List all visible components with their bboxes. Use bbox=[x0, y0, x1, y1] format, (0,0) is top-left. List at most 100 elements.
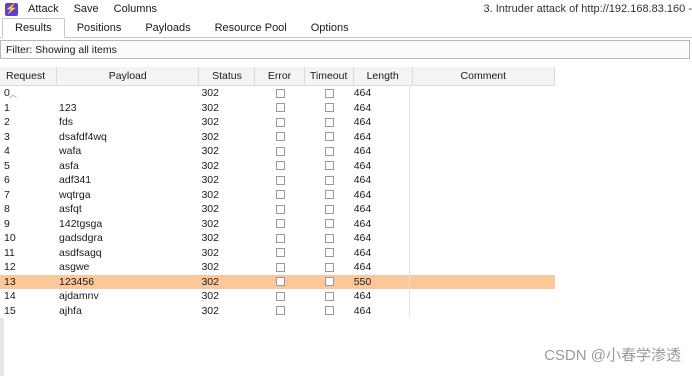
timeout-checkbox[interactable] bbox=[324, 262, 334, 272]
error-checkbox[interactable] bbox=[275, 117, 285, 127]
menu-attack[interactable]: Attack bbox=[28, 3, 59, 15]
error-checkbox[interactable] bbox=[275, 262, 285, 272]
cell-request: 12 bbox=[4, 261, 16, 273]
menu-columns[interactable]: Columns bbox=[114, 3, 157, 15]
error-checkbox[interactable] bbox=[275, 88, 285, 98]
cell-error bbox=[255, 130, 304, 145]
timeout-checkbox[interactable] bbox=[324, 103, 334, 113]
error-checkbox[interactable] bbox=[275, 219, 285, 229]
menu-save[interactable]: Save bbox=[74, 3, 99, 15]
cell-error bbox=[255, 304, 304, 319]
table-row[interactable]: 15 ajhfa 302 464 bbox=[0, 304, 555, 319]
timeout-checkbox[interactable] bbox=[324, 233, 334, 243]
table-row[interactable]: 7 wqtrga 302 464 bbox=[0, 188, 555, 203]
timeout-checkbox[interactable] bbox=[324, 175, 334, 185]
error-checkbox[interactable] bbox=[275, 161, 285, 171]
filter-bar[interactable]: Filter: Showing all items bbox=[0, 40, 690, 59]
tab-results[interactable]: Results bbox=[2, 18, 65, 38]
error-checkbox[interactable] bbox=[275, 248, 285, 258]
timeout-checkbox[interactable] bbox=[324, 146, 334, 156]
timeout-checkbox[interactable] bbox=[324, 161, 334, 171]
table-row[interactable]: 13 123456 302 550 bbox=[0, 274, 555, 289]
timeout-checkbox[interactable] bbox=[324, 204, 334, 214]
cell-comment bbox=[413, 289, 555, 304]
error-checkbox[interactable] bbox=[275, 103, 285, 113]
column-header-request[interactable]: Request︿ bbox=[0, 67, 58, 99]
timeout-checkbox[interactable] bbox=[324, 132, 334, 142]
cell-error bbox=[255, 289, 304, 304]
table-row[interactable]: 1 123 302 464 bbox=[0, 101, 555, 116]
error-checkbox[interactable] bbox=[275, 132, 285, 142]
cell-status: 302 bbox=[201, 232, 219, 244]
table-row[interactable]: 5 asfa 302 464 bbox=[0, 159, 555, 174]
cell-payload: 123 bbox=[59, 101, 77, 114]
timeout-checkbox[interactable] bbox=[324, 248, 334, 258]
cell-comment bbox=[413, 159, 555, 174]
cell-error bbox=[255, 217, 304, 232]
table-row[interactable]: 12 asgwe 302 464 bbox=[0, 260, 555, 275]
cell-comment bbox=[413, 144, 555, 159]
cell-comment bbox=[413, 101, 555, 116]
cell-comment bbox=[413, 130, 555, 145]
column-header-length[interactable]: Length bbox=[354, 67, 413, 85]
tab-positions[interactable]: Positions bbox=[65, 19, 134, 37]
cell-request: 0 bbox=[4, 87, 10, 99]
error-checkbox[interactable] bbox=[275, 306, 285, 316]
burp-lightning-icon[interactable]: ⚡ bbox=[5, 2, 18, 16]
column-header-comment[interactable]: Comment bbox=[413, 67, 555, 85]
table-row[interactable]: 3 dsafdf4wq 302 464 bbox=[0, 130, 555, 145]
cell-length: 464 bbox=[353, 174, 372, 186]
cell-comment bbox=[413, 246, 555, 261]
table-row[interactable]: 0 302 464 bbox=[0, 86, 555, 101]
timeout-checkbox[interactable] bbox=[324, 219, 334, 229]
timeout-checkbox[interactable] bbox=[324, 291, 334, 301]
column-header-status[interactable]: Status bbox=[199, 67, 256, 85]
timeout-checkbox[interactable] bbox=[324, 277, 334, 287]
column-header-error[interactable]: Error bbox=[255, 67, 305, 85]
cell-payload: fds bbox=[59, 116, 74, 128]
error-checkbox[interactable] bbox=[275, 204, 285, 214]
tab-bar: Results Positions Payloads Resource Pool… bbox=[0, 18, 692, 38]
column-divider bbox=[409, 85, 410, 317]
cell-request: 6 bbox=[4, 174, 10, 186]
column-header-timeout[interactable]: Timeout bbox=[305, 67, 354, 85]
table-row[interactable]: 9 142tgsga 302 464 bbox=[0, 217, 555, 232]
tab-resource-pool[interactable]: Resource Pool bbox=[203, 19, 299, 37]
cell-length: 464 bbox=[353, 145, 372, 157]
cell-timeout bbox=[305, 289, 354, 304]
error-checkbox[interactable] bbox=[275, 277, 285, 287]
error-checkbox[interactable] bbox=[275, 146, 285, 156]
cell-payload: wafa bbox=[59, 145, 82, 157]
cell-timeout bbox=[305, 159, 354, 174]
tab-payloads[interactable]: Payloads bbox=[133, 19, 202, 37]
table-row[interactable]: 2 fds 302 464 bbox=[0, 115, 555, 130]
table-row[interactable]: 11 asdfsagq 302 464 bbox=[0, 246, 555, 261]
cell-timeout bbox=[305, 86, 354, 101]
cell-status: 302 bbox=[201, 87, 219, 99]
error-checkbox[interactable] bbox=[275, 190, 285, 200]
cell-length: 464 bbox=[353, 304, 372, 317]
cell-timeout bbox=[305, 188, 354, 203]
timeout-checkbox[interactable] bbox=[324, 190, 334, 200]
timeout-checkbox[interactable] bbox=[324, 117, 334, 127]
cell-status: 302 bbox=[201, 246, 219, 259]
table-row[interactable]: 6 adf341 302 464 bbox=[0, 173, 555, 188]
table-row[interactable]: 4 wafa 302 464 bbox=[0, 144, 555, 159]
cell-length: 464 bbox=[353, 261, 372, 273]
table-row[interactable]: 8 asfqt 302 464 bbox=[0, 202, 555, 217]
menubar: ⚡ Attack Save Columns 3. Intruder attack… bbox=[0, 0, 692, 18]
table-row[interactable]: 10 gadsdgra 302 464 bbox=[0, 231, 555, 246]
cell-length: 464 bbox=[353, 101, 372, 114]
error-checkbox[interactable] bbox=[275, 233, 285, 243]
table-row[interactable]: 14 ajdamnv 302 464 bbox=[0, 289, 555, 304]
cell-length: 550 bbox=[353, 275, 372, 288]
error-checkbox[interactable] bbox=[275, 291, 285, 301]
window-title: 3. Intruder attack of http://192.168.83.… bbox=[483, 3, 692, 15]
cell-error bbox=[255, 173, 304, 188]
timeout-checkbox[interactable] bbox=[324, 306, 334, 316]
cell-timeout bbox=[305, 130, 354, 145]
error-checkbox[interactable] bbox=[275, 175, 285, 185]
column-header-payload[interactable]: Payload bbox=[57, 67, 200, 85]
timeout-checkbox[interactable] bbox=[324, 88, 334, 98]
tab-options[interactable]: Options bbox=[299, 19, 361, 37]
